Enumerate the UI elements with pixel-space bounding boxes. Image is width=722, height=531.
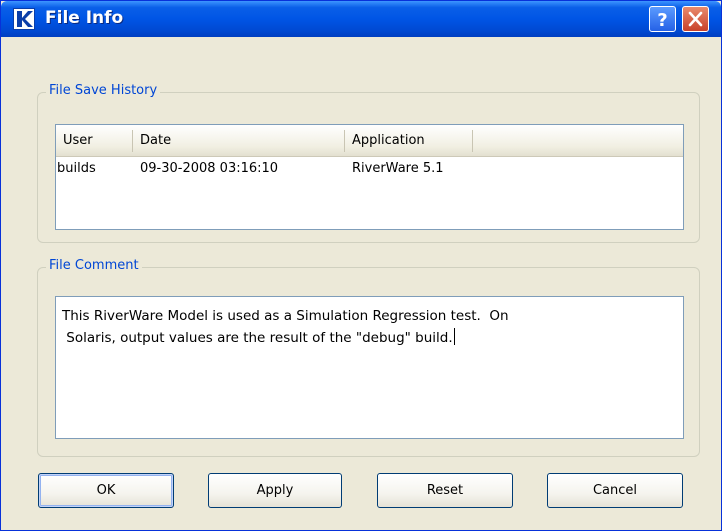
file-comment-textarea[interactable]: This RiverWare Model is used as a Simula… xyxy=(55,296,684,439)
file-info-dialog: File Info ? File Save History User Date … xyxy=(0,0,722,531)
help-icon: ? xyxy=(657,10,667,31)
column-separator[interactable] xyxy=(472,130,473,152)
close-button[interactable] xyxy=(682,6,709,32)
column-header-date[interactable]: Date xyxy=(133,125,344,156)
file-save-history-legend: File Save History xyxy=(46,83,161,98)
apply-button[interactable]: Apply xyxy=(208,473,342,508)
ok-button[interactable]: OK xyxy=(38,473,174,508)
riverware-logo-icon xyxy=(13,8,35,30)
close-icon xyxy=(688,11,703,27)
file-comment-text: This RiverWare Model is used as a Simula… xyxy=(62,308,509,346)
table-header: User Date Application xyxy=(56,125,683,157)
text-caret xyxy=(453,328,455,345)
column-header-user[interactable]: User xyxy=(56,125,132,156)
reset-button[interactable]: Reset xyxy=(377,473,513,508)
title-bar[interactable]: File Info ? xyxy=(1,1,721,37)
cell-user: builds xyxy=(57,161,96,176)
column-header-application[interactable]: Application xyxy=(345,125,472,156)
help-button[interactable]: ? xyxy=(649,6,676,32)
file-save-history-table[interactable]: User Date Application builds 09-30-2008 … xyxy=(55,124,684,230)
cell-application: RiverWare 5.1 xyxy=(352,161,444,176)
file-comment-legend: File Comment xyxy=(46,258,142,273)
dialog-title: File Info xyxy=(45,8,124,28)
cancel-button[interactable]: Cancel xyxy=(547,473,683,508)
svg-text:?: ? xyxy=(657,10,667,31)
cell-date: 09-30-2008 03:16:10 xyxy=(140,161,279,176)
